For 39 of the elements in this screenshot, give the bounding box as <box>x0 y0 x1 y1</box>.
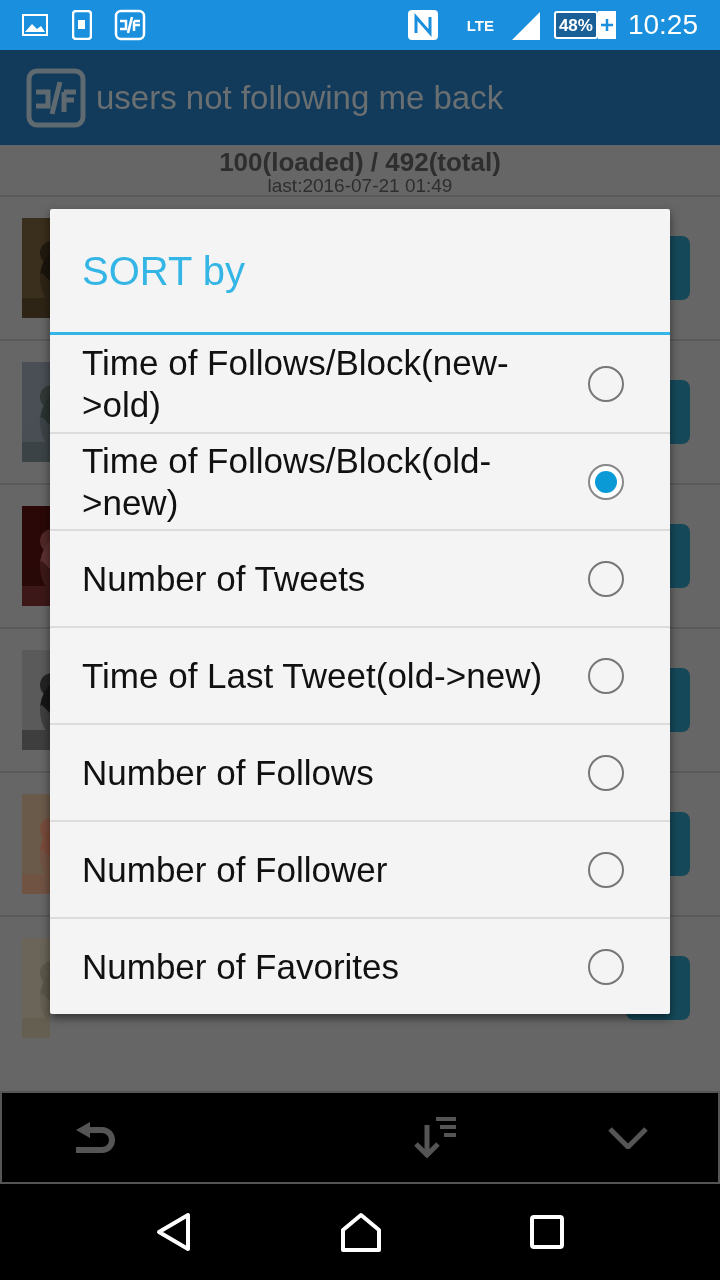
recents-icon[interactable] <box>530 1215 564 1249</box>
count-summary: 100(loaded) / 492(total) <box>219 147 501 177</box>
dialog-title: SORT by <box>82 247 246 295</box>
radio-button[interactable] <box>588 754 624 791</box>
sort-option[interactable]: Time of Follows/Block(old->new) <box>50 432 670 529</box>
sort-icon[interactable] <box>412 1114 458 1161</box>
nfc-icon <box>406 9 439 41</box>
radio-button[interactable] <box>588 851 624 888</box>
last-updated: last:2016-07-21 01:49 <box>267 177 453 195</box>
radio-button[interactable] <box>588 365 624 402</box>
radio-button[interactable] <box>588 948 624 985</box>
clock: 10:25 <box>627 11 698 39</box>
sort-option[interactable]: Number of Follows <box>50 723 670 820</box>
charging-plus-icon <box>597 11 616 39</box>
sort-option[interactable]: Number of Follower <box>50 820 670 917</box>
app-logo-icon <box>26 67 86 128</box>
chevron-down-icon[interactable] <box>608 1126 648 1149</box>
option-label: Number of Follows <box>82 751 375 794</box>
phone-icon <box>72 10 92 40</box>
sort-option[interactable]: Time of Follows/Block(new->old) <box>50 335 670 432</box>
sort-option[interactable]: Number of Favorites <box>50 917 670 1014</box>
option-label: Number of Follower <box>82 848 389 891</box>
network-label: LTE <box>466 17 494 33</box>
sort-option[interactable]: Number of Tweets <box>50 529 670 626</box>
option-label: Time of Last Tweet(old->new) <box>82 654 544 697</box>
option-label: Time of Follows/Block(old->new) <box>82 439 493 524</box>
radio-button[interactable] <box>588 463 624 500</box>
option-label: Time of Follows/Block(new->old) <box>82 341 510 426</box>
image-icon <box>22 14 48 36</box>
app-logo-icon <box>114 9 146 41</box>
radio-button[interactable] <box>588 657 624 694</box>
back-icon[interactable] <box>156 1212 192 1252</box>
option-label: Number of Favorites <box>82 945 401 988</box>
option-label: Number of Tweets <box>82 557 367 600</box>
battery-indicator: 48% <box>553 11 598 39</box>
home-icon[interactable] <box>340 1212 382 1252</box>
radio-button[interactable] <box>588 560 624 597</box>
app-title: users not following me back <box>96 77 504 118</box>
sort-option[interactable]: Time of Last Tweet(old->new) <box>50 626 670 723</box>
